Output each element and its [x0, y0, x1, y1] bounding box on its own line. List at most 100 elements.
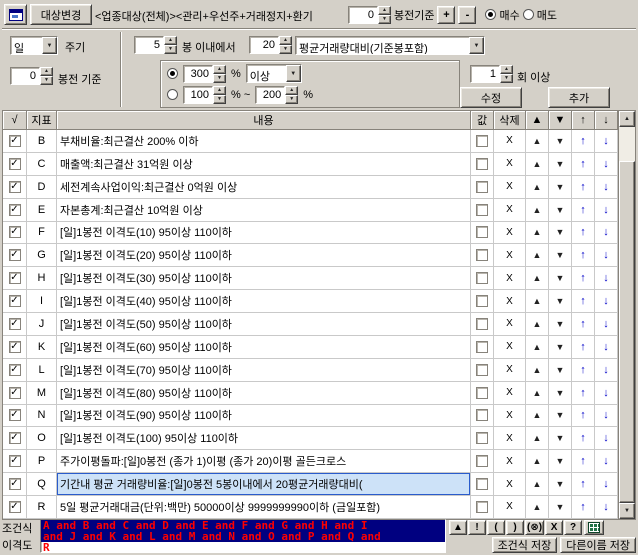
- chevron-down-icon[interactable]: ▼: [42, 37, 57, 54]
- spin-up-icon[interactable]: ▲: [500, 65, 513, 74]
- scroll-track[interactable]: [619, 127, 635, 503]
- row-move-down-button[interactable]: ↓: [595, 382, 618, 404]
- row-move-up-button[interactable]: ↑: [572, 359, 595, 381]
- header-value[interactable]: 값: [471, 111, 494, 130]
- row-value-checkbox[interactable]: [476, 341, 488, 353]
- table-row[interactable]: ✓ N [일]1봉전 이격도(90) 95이상 110이하 X ▲ ▼ ↑ ↓: [3, 405, 618, 428]
- header-content[interactable]: 내용: [57, 111, 471, 130]
- row-content[interactable]: 부채비율:최근결산 200% 이하: [57, 130, 471, 152]
- table-row[interactable]: ✓ H [일]1봉전 이격도(30) 95이상 110이하 X ▲ ▼ ↑ ↓: [3, 267, 618, 290]
- row-move-bottom-button[interactable]: ▼: [549, 153, 572, 175]
- header-check[interactable]: √: [3, 111, 27, 130]
- header-move-up[interactable]: ↑: [572, 111, 595, 130]
- row-enabled-checkbox[interactable]: ✓: [9, 364, 21, 376]
- spin-down-icon[interactable]: ▼: [164, 45, 177, 54]
- row-move-up-button[interactable]: ↑: [572, 496, 595, 518]
- row-delete-button[interactable]: X: [494, 290, 526, 312]
- row-move-bottom-button[interactable]: ▼: [549, 473, 572, 495]
- row-value-checkbox[interactable]: [476, 318, 488, 330]
- row-value-checkbox[interactable]: [476, 455, 488, 467]
- row-value-checkbox[interactable]: [476, 409, 488, 421]
- row-move-down-button[interactable]: ↓: [595, 222, 618, 244]
- row-delete-button[interactable]: X: [494, 130, 526, 152]
- row-move-bottom-button[interactable]: ▼: [549, 336, 572, 358]
- stock-window-button[interactable]: [4, 4, 27, 25]
- remove-paren-button[interactable]: (⊗): [525, 520, 544, 535]
- save-as-button[interactable]: 다른이름 저장: [560, 537, 636, 553]
- spin-down-icon[interactable]: ▼: [285, 95, 298, 104]
- row-delete-button[interactable]: X: [494, 244, 526, 266]
- excel-export-button[interactable]: [584, 520, 604, 535]
- threshold-spinner[interactable]: 300 ▲ ▼: [183, 65, 226, 83]
- row-move-bottom-button[interactable]: ▼: [549, 222, 572, 244]
- spin-up-icon[interactable]: ▲: [40, 67, 53, 76]
- header-move-down[interactable]: ↓: [595, 111, 618, 130]
- base-bar-value[interactable]: 0: [10, 67, 40, 85]
- row-enabled-checkbox[interactable]: ✓: [9, 226, 21, 238]
- table-row[interactable]: ✓ G [일]1봉전 이격도(20) 95이상 110이하 X ▲ ▼ ↑ ↓: [3, 244, 618, 267]
- header-indicator[interactable]: 지표: [27, 111, 57, 130]
- add-button[interactable]: 추가: [548, 87, 610, 108]
- row-delete-button[interactable]: X: [494, 267, 526, 289]
- spin-up-icon[interactable]: ▲: [164, 36, 177, 45]
- row-move-down-button[interactable]: ↓: [595, 405, 618, 427]
- spin-down-icon[interactable]: ▼: [213, 74, 226, 83]
- row-delete-button[interactable]: X: [494, 176, 526, 198]
- table-scrollbar[interactable]: ▲ ▼: [618, 111, 635, 519]
- row-move-down-button[interactable]: ↓: [595, 153, 618, 175]
- row-move-bottom-button[interactable]: ▼: [549, 130, 572, 152]
- row-value-checkbox[interactable]: [476, 364, 488, 376]
- row-enabled-checkbox[interactable]: ✓: [9, 135, 21, 147]
- row-value-checkbox[interactable]: [476, 387, 488, 399]
- minus-button[interactable]: -: [458, 6, 476, 24]
- table-row[interactable]: ✓ D 세전계속사업이익:최근결산 0억원 이상 X ▲ ▼ ↑ ↓: [3, 176, 618, 199]
- row-enabled-checkbox[interactable]: ✓: [9, 478, 21, 490]
- not-operator-button[interactable]: !: [468, 520, 486, 535]
- range-threshold-radio[interactable]: [167, 89, 178, 100]
- row-move-down-button[interactable]: ↓: [595, 290, 618, 312]
- row-content[interactable]: 기간내 평균 거래량비율:[일]0봉전 5봉이내에서 20평균거래량대비(: [57, 473, 471, 495]
- row-move-down-button[interactable]: ↓: [595, 336, 618, 358]
- table-row[interactable]: ✓ M [일]1봉전 이격도(80) 95이상 110이하 X ▲ ▼ ↑ ↓: [3, 382, 618, 405]
- row-value-checkbox[interactable]: [476, 181, 488, 193]
- row-move-top-button[interactable]: ▲: [526, 199, 549, 221]
- save-condition-button[interactable]: 조건식 저장: [492, 537, 558, 553]
- row-enabled-checkbox[interactable]: ✓: [9, 318, 21, 330]
- row-move-bottom-button[interactable]: ▼: [549, 199, 572, 221]
- close-paren-button[interactable]: ): [506, 520, 524, 535]
- range-to-spinner[interactable]: 200 ▲ ▼: [255, 86, 298, 104]
- avg-volume-spinner[interactable]: 20 ▲ ▼: [249, 36, 292, 54]
- row-content[interactable]: 매출액:최근결산 31억원 이상: [57, 153, 471, 175]
- row-move-down-button[interactable]: ↓: [595, 313, 618, 335]
- row-move-down-button[interactable]: ↓: [595, 176, 618, 198]
- row-move-up-button[interactable]: ↑: [572, 450, 595, 472]
- bars-within-value[interactable]: 5: [134, 36, 164, 54]
- row-move-top-button[interactable]: ▲: [526, 496, 549, 518]
- row-move-top-button[interactable]: ▲: [526, 244, 549, 266]
- delete-formula-button[interactable]: X: [545, 520, 563, 535]
- row-move-bottom-button[interactable]: ▼: [549, 244, 572, 266]
- spin-up-icon[interactable]: ▲: [279, 36, 292, 45]
- row-content[interactable]: 세전계속사업이익:최근결산 0억원 이상: [57, 176, 471, 198]
- row-move-top-button[interactable]: ▲: [526, 336, 549, 358]
- target-change-button[interactable]: 대상변경: [30, 4, 92, 25]
- row-enabled-checkbox[interactable]: ✓: [9, 204, 21, 216]
- plus-button[interactable]: +: [437, 6, 455, 24]
- table-row[interactable]: ✓ Q 기간내 평균 거래량비율:[일]0봉전 5봉이내에서 20평균거래량대비…: [3, 473, 618, 496]
- row-content[interactable]: [일]1봉전 이격도(10) 95이상 110이하: [57, 222, 471, 244]
- row-delete-button[interactable]: X: [494, 382, 526, 404]
- spin-down-icon[interactable]: ▼: [500, 74, 513, 83]
- row-enabled-checkbox[interactable]: ✓: [9, 341, 21, 353]
- row-move-down-button[interactable]: ↓: [595, 267, 618, 289]
- row-move-bottom-button[interactable]: ▼: [549, 176, 572, 198]
- row-move-top-button[interactable]: ▲: [526, 267, 549, 289]
- bars-before-value[interactable]: 0: [348, 6, 378, 24]
- row-value-checkbox[interactable]: [476, 226, 488, 238]
- spin-up-icon[interactable]: ▲: [285, 86, 298, 95]
- row-move-top-button[interactable]: ▲: [526, 290, 549, 312]
- row-content[interactable]: [일]1봉전 이격도(40) 95이상 110이하: [57, 290, 471, 312]
- row-content[interactable]: [일]1봉전 이격도(60) 95이상 110이하: [57, 336, 471, 358]
- help-button[interactable]: ?: [564, 520, 582, 535]
- chevron-down-icon[interactable]: ▼: [469, 37, 484, 54]
- row-value-checkbox[interactable]: [476, 501, 488, 513]
